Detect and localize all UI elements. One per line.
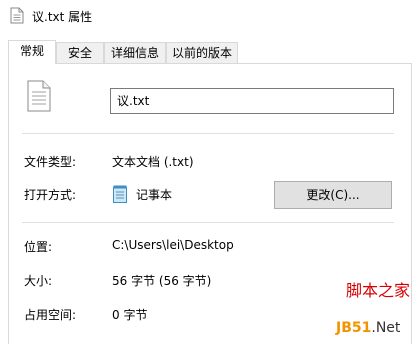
watermark-site: JB51.Net: [336, 320, 400, 336]
tab-previous-versions[interactable]: 以前的版本: [166, 42, 238, 63]
size-label: 大小:: [24, 274, 53, 288]
file-name-field[interactable]: 议.txt: [110, 88, 394, 114]
file-type-label: 文件类型:: [24, 155, 77, 169]
tab-details[interactable]: 详细信息: [104, 42, 166, 63]
change-button[interactable]: 更改(C)...: [274, 181, 392, 209]
location-value: C:\Users\lei\Desktop: [112, 238, 234, 252]
tab-security[interactable]: 安全: [56, 42, 104, 63]
tab-general[interactable]: 常规: [8, 40, 56, 64]
size-value: 56 字节 (56 字节): [112, 274, 212, 288]
file-type-value: 文本文档 (.txt): [112, 155, 194, 169]
window-title: 议.txt 属性: [32, 10, 93, 24]
watermark-site-a: JB51: [336, 320, 372, 336]
separator: [22, 133, 394, 134]
text-file-icon: [10, 7, 24, 24]
open-with-label: 打开方式:: [24, 188, 77, 202]
location-label: 位置:: [24, 240, 53, 254]
notepad-icon: [113, 185, 127, 203]
tab-strip: 常规 安全 详细信息 以前的版本: [0, 40, 418, 64]
disk-size-label: 占用空间:: [24, 308, 77, 322]
open-with-app: 记事本: [136, 188, 173, 202]
watermark-site-b: .Net: [371, 320, 401, 336]
text-file-icon: [27, 80, 51, 112]
watermark-logo: 脚本之家: [346, 281, 411, 300]
title-bar: 议.txt 属性: [0, 0, 418, 32]
separator: [22, 222, 394, 223]
disk-size-value: 0 字节: [112, 308, 148, 322]
